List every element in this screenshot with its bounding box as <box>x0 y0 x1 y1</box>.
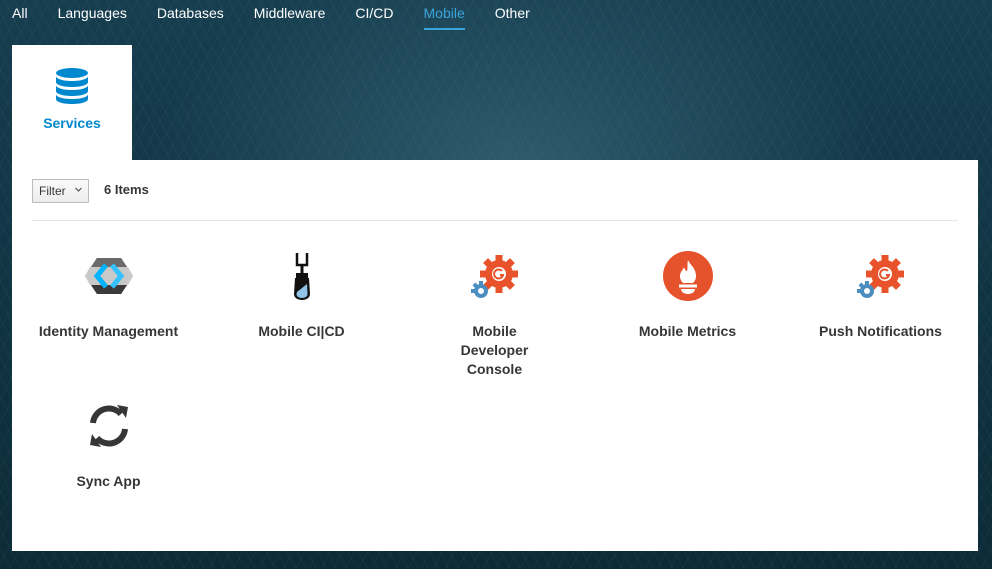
catalog-item-mobile-metrics[interactable]: Mobile Metrics <box>591 251 784 351</box>
catalog-item-identity-management[interactable]: Identity Management <box>12 251 205 351</box>
item-count: 6 Items <box>104 182 149 197</box>
catalog-toolbar: Filter 6 Items <box>32 179 958 221</box>
filter-label: Filter <box>39 184 66 198</box>
item-title: Push Notifications <box>819 323 942 339</box>
catalog-item-sync-app[interactable]: Sync App <box>12 401 205 501</box>
item-title: Mobile Developer Console <box>460 323 529 377</box>
catalog-item-mobile-developer-console[interactable]: Mobile Developer Console <box>398 251 591 377</box>
catalog-panel: Filter 6 Items Identity Management Mobil… <box>12 160 978 551</box>
chevron-down-icon <box>75 187 82 192</box>
category-tabs: All Languages Databases Middleware CI/CD… <box>12 0 560 30</box>
sync-icon <box>90 405 128 447</box>
filter-button[interactable]: Filter <box>32 179 89 203</box>
catalog-item-push-notifications[interactable]: Push Notifications <box>784 251 977 351</box>
database-icon <box>56 68 88 104</box>
tab-all[interactable]: All <box>12 0 28 24</box>
item-title: Mobile Metrics <box>638 323 737 339</box>
item-title: Identity Management <box>38 323 179 339</box>
tab-mobile[interactable]: Mobile <box>423 0 465 30</box>
item-title: Sync App <box>76 473 141 489</box>
tab-ci-cd[interactable]: CI/CD <box>355 0 393 24</box>
prometheus-icon <box>663 251 713 301</box>
tab-databases[interactable]: Databases <box>157 0 224 24</box>
tab-middleware[interactable]: Middleware <box>254 0 326 24</box>
aerogear-icon <box>471 255 518 298</box>
services-label: Services <box>43 115 101 131</box>
keycloak-icon <box>85 258 133 294</box>
item-title: Mobile CI|CD <box>258 323 345 339</box>
catalog-item-mobile-ci-cd[interactable]: Mobile CI|CD <box>205 251 398 351</box>
services-tile[interactable]: Services <box>12 45 132 161</box>
tab-languages[interactable]: Languages <box>58 0 127 24</box>
aerogear-icon <box>857 255 904 298</box>
tab-other[interactable]: Other <box>495 0 530 24</box>
jenkins-icon <box>294 253 310 300</box>
